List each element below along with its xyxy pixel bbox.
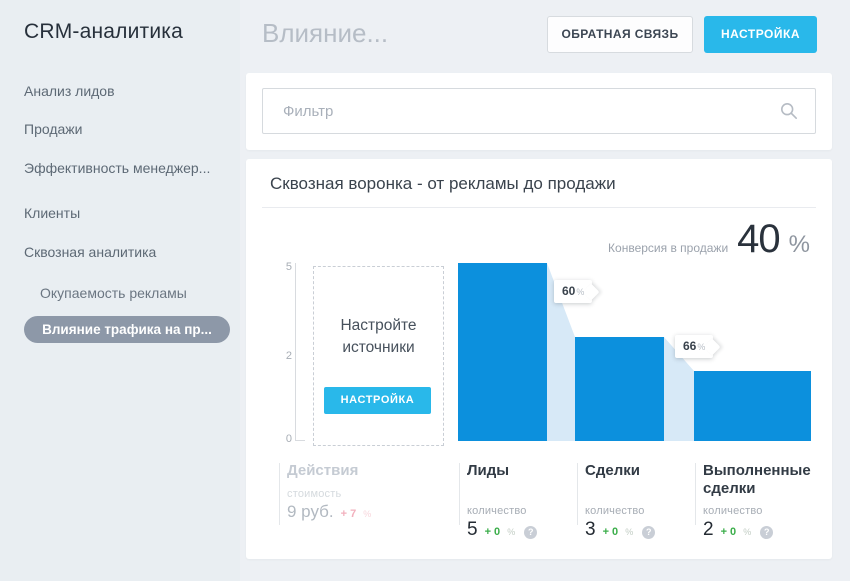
column-title: Лиды — [467, 462, 571, 480]
column-delta-unit: % — [743, 527, 751, 537]
help-icon[interactable]: ? — [524, 526, 537, 539]
column-actions: Действия стоимость 9 руб. + 7 % — [287, 462, 437, 546]
column-delta: + 0 — [485, 526, 501, 538]
column-delta-unit: % — [507, 527, 515, 537]
column-value-row: 3 + 0 % ? — [585, 519, 655, 541]
column-value: 5 — [467, 519, 478, 541]
badge-arrow — [704, 338, 721, 355]
app-title: CRM-аналитика — [24, 20, 183, 44]
column-delta: + 7 — [341, 508, 357, 520]
conversion-badge-60: 60 % — [554, 280, 592, 303]
search-icon[interactable] — [780, 102, 798, 120]
column-metric-label: количество — [585, 505, 645, 517]
column-value: 9 руб. — [287, 502, 334, 522]
badge-unit: % — [576, 281, 584, 304]
sidebar-item-manager-efficiency[interactable]: Эффективность менеджер... — [24, 160, 210, 176]
column-metric-label: количество — [467, 505, 527, 517]
card-divider — [262, 207, 816, 208]
column-divider — [695, 463, 696, 525]
column-title: Выполненные сделки — [703, 462, 815, 498]
column-delta-unit: % — [363, 509, 371, 519]
funnel-bar-completed-deals — [694, 371, 811, 441]
header-settings-button[interactable]: НАСТРОЙКА — [704, 16, 817, 53]
filter-card — [246, 73, 832, 150]
column-value-row: 9 руб. + 7 % — [287, 502, 371, 522]
y-axis-tick-5: 5 — [270, 261, 292, 273]
sidebar-item-lead-analysis[interactable]: Анализ лидов — [24, 83, 115, 99]
funnel-bar-deals — [575, 337, 664, 441]
conversion-badge-66: 66 % — [675, 335, 713, 358]
help-icon[interactable]: ? — [642, 526, 655, 539]
sidebar-item-ad-payback[interactable]: Окупаемость рекламы — [40, 285, 187, 301]
badge-unit: % — [697, 336, 705, 359]
y-axis-tick-0: 0 — [270, 433, 292, 445]
setup-sources-placeholder: Настройте источники НАСТРОЙКА — [313, 266, 444, 446]
sidebar-item-end-to-end-analytics[interactable]: Сквозная аналитика — [24, 244, 156, 260]
column-completed-deals: Выполненные сделки количество 2 + 0 % ? — [703, 462, 815, 546]
column-value: 2 — [703, 519, 714, 541]
column-value: 3 — [585, 519, 596, 541]
conversion-unit: % — [789, 231, 810, 259]
funnel-bar-leads — [458, 263, 547, 441]
column-title: Сделки — [585, 462, 689, 480]
column-metric-label: количество — [703, 505, 763, 517]
sidebar-item-traffic-influence-selected[interactable]: Влияние трафика на пр... — [24, 316, 230, 343]
conversion-label: Конверсия в продажи — [608, 241, 728, 255]
column-title: Действия — [287, 462, 437, 480]
column-metric-label: стоимость — [287, 488, 341, 500]
help-icon[interactable]: ? — [760, 526, 773, 539]
app-window: CRM-аналитика Анализ лидов Продажи Эффек… — [0, 0, 850, 581]
column-divider — [279, 463, 280, 525]
feedback-button[interactable]: ОБРАТНАЯ СВЯЗЬ — [547, 16, 693, 53]
sidebar: CRM-аналитика Анализ лидов Продажи Эффек… — [0, 0, 240, 581]
page-title: Влияние... — [262, 18, 388, 49]
column-divider — [577, 463, 578, 525]
column-delta: + 0 — [603, 526, 619, 538]
y-axis-line — [295, 263, 305, 441]
column-delta-unit: % — [625, 527, 633, 537]
column-divider — [459, 463, 460, 525]
setup-prompt: Настройте источники — [329, 315, 429, 359]
column-value-row: 5 + 0 % ? — [467, 519, 537, 541]
conversion-value: 40 — [737, 217, 780, 262]
funnel-card-title: Сквозная воронка - от рекламы до продажи — [270, 174, 616, 194]
funnel-card: Сквозная воронка - от рекламы до продажи… — [246, 159, 832, 559]
column-leads: Лиды количество 5 + 0 % ? — [467, 462, 571, 546]
badge-value: 60 — [562, 280, 575, 303]
badge-value: 66 — [683, 335, 696, 358]
column-value-row: 2 + 0 % ? — [703, 519, 773, 541]
badge-arrow — [583, 283, 600, 300]
filter-input[interactable] — [262, 88, 816, 134]
column-delta: + 0 — [721, 526, 737, 538]
setup-sources-button[interactable]: НАСТРОЙКА — [324, 387, 431, 414]
conversion-summary: Конверсия в продажи 40 % — [608, 217, 810, 262]
column-deals: Сделки количество 3 + 0 % ? — [585, 462, 689, 546]
sidebar-item-clients[interactable]: Клиенты — [24, 205, 80, 221]
sidebar-item-sales[interactable]: Продажи — [24, 121, 82, 137]
y-axis-tick-2: 2 — [270, 350, 292, 362]
